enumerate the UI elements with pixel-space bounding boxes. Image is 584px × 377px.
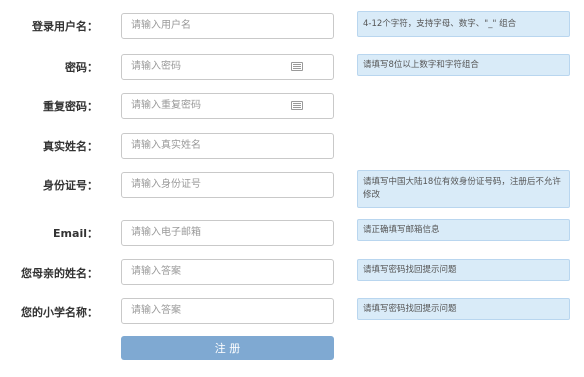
real-name-label: 真实姓名： <box>43 140 98 153</box>
school-name-input[interactable]: 请输入答案 <box>121 298 334 324</box>
registration-form: 登录用户名： 请输入用户名 4-12个字符，支持字母、数字、"_" 组合 密码：… <box>0 0 584 377</box>
mother-name-hint: 请填写密码找回提示问题 <box>357 259 570 281</box>
username-input[interactable]: 请输入用户名 <box>121 13 334 39</box>
confirm-password-label: 重复密码： <box>43 100 98 113</box>
username-label: 登录用户名： <box>32 20 98 33</box>
password-hint: 请填写8位以上数字和字符组合 <box>357 54 570 76</box>
email-label: Email： <box>53 227 98 240</box>
email-input[interactable]: 请输入电子邮箱 <box>121 220 334 246</box>
confirm-password-input[interactable]: 请输入重复密码 <box>121 93 334 119</box>
mother-name-input[interactable]: 请输入答案 <box>121 259 334 285</box>
keyboard-icon[interactable] <box>291 101 303 110</box>
school-name-label: 您的小学名称： <box>21 306 98 319</box>
password-input[interactable]: 请输入密码 <box>121 54 334 80</box>
school-name-hint: 请填写密码找回提示问题 <box>357 298 570 320</box>
id-number-hint: 请填写中国大陆18位有效身份证号码，注册后不允许修改 <box>357 170 570 208</box>
email-hint: 请正确填写邮箱信息 <box>357 219 570 241</box>
id-number-label: 身份证号： <box>43 179 98 192</box>
password-placeholder: 请输入密码 <box>131 61 181 72</box>
password-label: 密码： <box>65 61 98 74</box>
confirm-password-placeholder: 请输入重复密码 <box>131 100 201 111</box>
keyboard-icon[interactable] <box>291 62 303 71</box>
register-button[interactable]: 注 册 <box>121 336 334 360</box>
username-hint: 4-12个字符，支持字母、数字、"_" 组合 <box>357 11 570 37</box>
real-name-input[interactable]: 请输入真实姓名 <box>121 133 334 159</box>
mother-name-label: 您母亲的姓名： <box>21 267 98 280</box>
id-number-input[interactable]: 请输入身份证号 <box>121 172 334 198</box>
